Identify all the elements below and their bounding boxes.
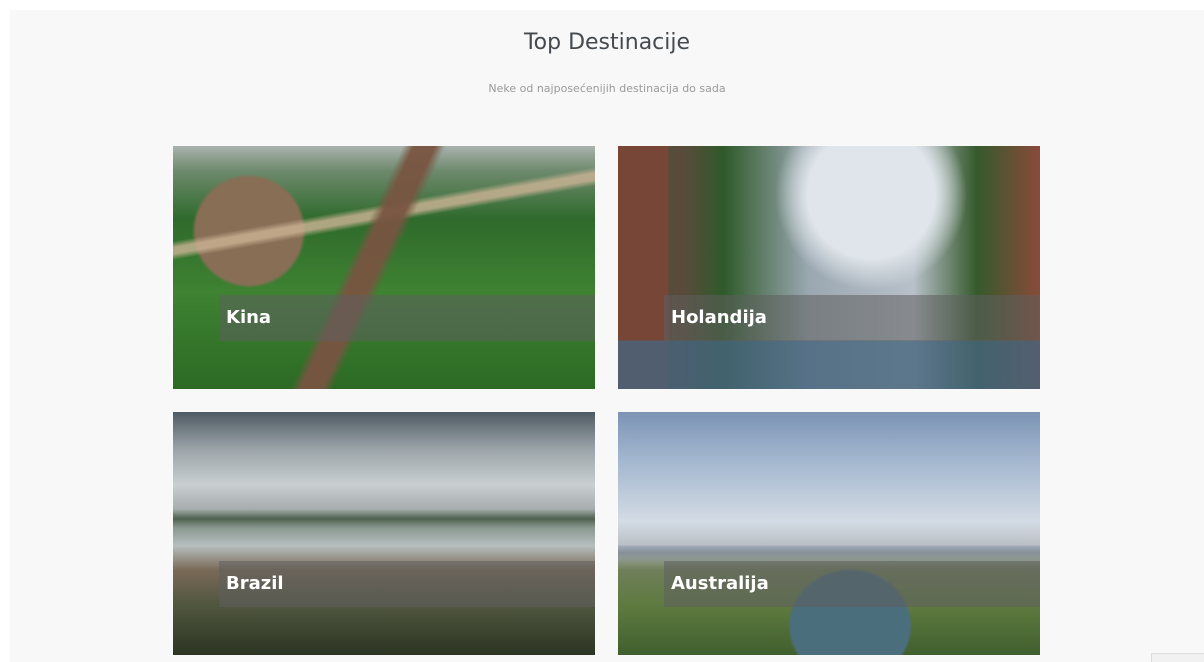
destination-label: Kina bbox=[219, 295, 595, 341]
destination-card-holandija[interactable]: Holandija bbox=[618, 146, 1040, 389]
destinations-section: Top Destinacije Neke od najposećenijih d… bbox=[10, 10, 1204, 662]
section-subtitle: Neke od najposećenijih destinacija do sa… bbox=[488, 82, 726, 95]
corner-widget bbox=[1151, 653, 1204, 662]
section-title: Top Destinacije bbox=[523, 30, 691, 55]
destination-card-australija[interactable]: Australija bbox=[618, 412, 1040, 655]
destination-label: Brazil bbox=[219, 561, 595, 607]
destination-card-kina[interactable]: Kina bbox=[173, 146, 595, 389]
destination-label: Australija bbox=[664, 561, 1040, 607]
destination-card-brazil[interactable]: Brazil bbox=[173, 412, 595, 655]
destination-label: Holandija bbox=[664, 295, 1040, 341]
